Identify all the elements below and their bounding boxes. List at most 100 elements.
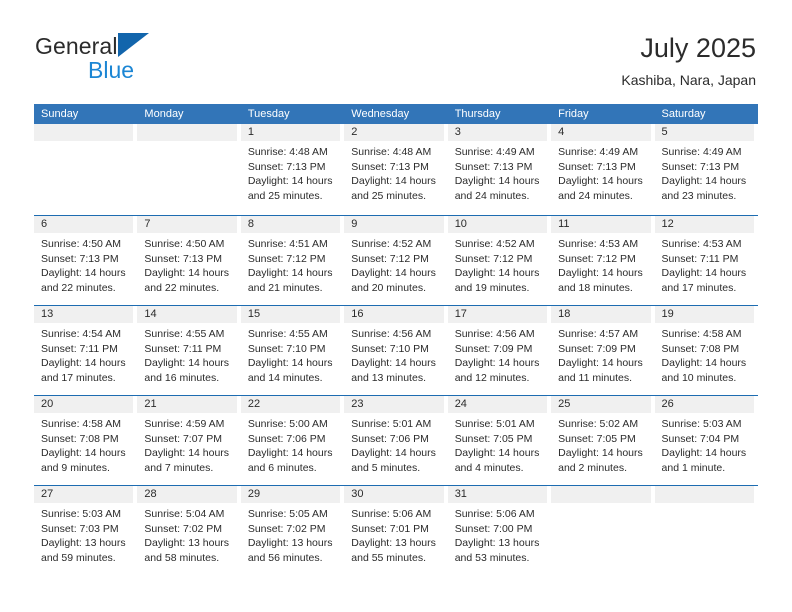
day-cell[interactable]: 26 Sunrise: 5:03 AM Sunset: 7:04 PM Dayligh… [654,396,758,485]
brand-name-general: General [35,33,118,59]
day-cell[interactable]: 5 Sunrise: 4:49 AM Sunset: 7:13 PM Daylight… [654,124,758,215]
day-cell[interactable]: 2 Sunrise: 4:48 AM Sunset: 7:13 PM Daylight… [344,124,447,215]
calendar-weeks: 1 Sunrise: 4:48 AM Sunset: 7:13 PM Daylight… [34,124,758,575]
day-detail-line: and 13 minutes. [351,371,426,384]
weekday-header-thursday: Thursday [454,108,501,120]
day-detail-line: Daylight: 14 hours [351,175,436,188]
day-cell[interactable]: 19 Sunrise: 4:58 AM Sunset: 7:08 PM Dayligh… [654,306,758,395]
day-detail-line: Sunrise: 5:04 AM [144,508,225,520]
day-detail-line: and 17 minutes. [41,371,116,384]
day-number: 22 [240,396,341,413]
day-detail-line: Sunset: 7:11 PM [144,342,222,355]
day-detail-line: Sunrise: 4:51 AM [247,238,328,250]
day-number: 20 [34,396,134,413]
day-detail-line: Sunset: 7:12 PM [558,252,636,265]
day-details: Sunrise: 5:02 AM Sunset: 7:05 PM Daylight:… [551,413,650,475]
day-cell[interactable]: 31 Sunrise: 5:06 AM Sunset: 7:00 PM Dayligh… [447,486,551,575]
day-cell[interactable]: 23 Sunrise: 5:01 AM Sunset: 7:06 PM Dayligh… [344,396,447,485]
day-detail-line: Daylight: 14 hours [247,267,333,280]
day-number: 4 [551,124,651,141]
day-detail-line: Sunset: 7:10 PM [351,342,429,355]
day-cell-empty [654,486,758,575]
day-detail-line: Sunrise: 4:50 AM [144,238,225,250]
day-cell[interactable]: 12 Sunrise: 4:53 AM Sunset: 7:11 PM Dayligh… [654,216,758,305]
triangle-logo-icon [117,33,149,57]
day-cell[interactable]: 1 Sunrise: 4:48 AM Sunset: 7:13 PM Daylight… [240,124,344,215]
day-cell[interactable]: 17 Sunrise: 4:56 AM Sunset: 7:09 PM Dayligh… [447,306,551,395]
day-number [654,486,754,503]
day-number: 11 [551,216,651,233]
day-number: 13 [34,306,134,323]
day-number [551,486,651,503]
day-cell[interactable]: 13 Sunrise: 4:54 AM Sunset: 7:11 PM Dayligh… [34,306,137,395]
day-details: Sunrise: 5:03 AM Sunset: 7:04 PM Daylight:… [655,413,754,475]
day-detail-line: Sunrise: 4:53 AM [558,238,639,250]
day-detail-line: Sunset: 7:13 PM [661,160,740,173]
day-detail-line: Sunrise: 4:55 AM [144,328,225,340]
day-detail-line: Daylight: 14 hours [661,175,747,188]
day-detail-line: and 9 minutes. [41,461,110,474]
day-details: Sunrise: 4:57 AM Sunset: 7:09 PM Daylight:… [551,323,650,385]
day-cell[interactable]: 20 Sunrise: 4:58 AM Sunset: 7:08 PM Dayligh… [34,396,137,485]
day-number: 15 [240,306,341,323]
day-cell[interactable]: 6 Sunrise: 4:50 AM Sunset: 7:13 PM Daylight… [34,216,137,305]
day-detail-line: Sunset: 7:09 PM [454,342,533,355]
day-number: 21 [137,396,237,413]
day-cell[interactable]: 14 Sunrise: 4:55 AM Sunset: 7:11 PM Dayligh… [137,306,240,395]
calendar-week-row: 6 Sunrise: 4:50 AM Sunset: 7:13 PM Daylight… [34,215,758,305]
day-detail-line: Sunset: 7:11 PM [41,342,118,355]
day-details: Sunrise: 4:49 AM Sunset: 7:13 PM Daylight:… [448,141,547,203]
day-cell[interactable]: 11 Sunrise: 4:53 AM Sunset: 7:12 PM Dayligh… [551,216,654,305]
day-detail-line: and 55 minutes. [351,551,426,564]
day-detail-line: Sunset: 7:10 PM [247,342,326,355]
day-detail-line: Daylight: 14 hours [41,267,126,280]
day-details: Sunrise: 5:05 AM Sunset: 7:02 PM Daylight:… [241,503,340,565]
day-detail-line: Daylight: 14 hours [247,357,333,370]
day-detail-line: Sunrise: 4:49 AM [661,146,742,158]
day-cell[interactable]: 7 Sunrise: 4:50 AM Sunset: 7:13 PM Daylight… [137,216,240,305]
day-number: 16 [344,306,444,323]
day-cell[interactable]: 29 Sunrise: 5:05 AM Sunset: 7:02 PM Dayligh… [240,486,344,575]
day-cell-empty [137,124,240,215]
day-details: Sunrise: 5:00 AM Sunset: 7:06 PM Daylight:… [241,413,340,475]
day-cell[interactable]: 21 Sunrise: 4:59 AM Sunset: 7:07 PM Dayligh… [137,396,240,485]
calendar-week-row: 27 Sunrise: 5:03 AM Sunset: 7:03 PM Dayligh… [34,485,758,575]
day-detail-line: Sunset: 7:09 PM [558,342,636,355]
day-cell[interactable]: 10 Sunrise: 4:52 AM Sunset: 7:12 PM Dayligh… [447,216,551,305]
day-detail-line: Sunrise: 5:03 AM [661,418,742,430]
day-detail-line: and 24 minutes. [454,189,530,202]
day-detail-line: Sunrise: 4:48 AM [247,146,328,158]
day-detail-line: Sunset: 7:03 PM [41,522,119,535]
day-detail-line: Sunrise: 4:58 AM [41,418,121,430]
day-cell[interactable]: 16 Sunrise: 4:56 AM Sunset: 7:10 PM Dayligh… [344,306,447,395]
day-cell[interactable]: 8 Sunrise: 4:51 AM Sunset: 7:12 PM Daylight… [240,216,344,305]
day-cell-empty [551,486,654,575]
day-detail-line: Daylight: 14 hours [144,357,230,370]
day-detail-line: Sunset: 7:06 PM [247,432,326,445]
day-cell[interactable]: 18 Sunrise: 4:57 AM Sunset: 7:09 PM Dayligh… [551,306,654,395]
day-cell[interactable]: 9 Sunrise: 4:52 AM Sunset: 7:12 PM Daylight… [344,216,447,305]
location-subtitle: Kashiba, Nara, Japan [621,72,756,88]
day-cell[interactable]: 3 Sunrise: 4:49 AM Sunset: 7:13 PM Daylight… [447,124,551,215]
day-cell[interactable]: 27 Sunrise: 5:03 AM Sunset: 7:03 PM Dayligh… [34,486,137,575]
day-detail-line: and 22 minutes. [41,281,116,294]
day-cell[interactable]: 22 Sunrise: 5:00 AM Sunset: 7:06 PM Dayligh… [240,396,344,485]
day-detail-line: Daylight: 13 hours [351,537,436,550]
day-cell[interactable]: 15 Sunrise: 4:55 AM Sunset: 7:10 PM Dayligh… [240,306,344,395]
day-detail-line: Daylight: 14 hours [144,267,230,280]
day-detail-line: and 11 minutes. [558,371,633,384]
title-block: July 2025 Kashiba, Nara, Japan [621,32,756,90]
brand-logo[interactable]: General Blue [35,33,265,88]
day-cell[interactable]: 25 Sunrise: 5:02 AM Sunset: 7:05 PM Dayligh… [551,396,654,485]
day-detail-line: Sunset: 7:08 PM [661,342,740,355]
day-cell[interactable]: 4 Sunrise: 4:49 AM Sunset: 7:13 PM Daylight… [551,124,654,215]
day-number: 10 [447,216,548,233]
day-cell[interactable]: 28 Sunrise: 5:04 AM Sunset: 7:02 PM Dayligh… [137,486,240,575]
day-detail-line: Daylight: 14 hours [661,447,747,460]
day-cell[interactable]: 30 Sunrise: 5:06 AM Sunset: 7:01 PM Dayligh… [344,486,447,575]
day-cell[interactable]: 24 Sunrise: 5:01 AM Sunset: 7:05 PM Dayligh… [447,396,551,485]
day-detail-line: and 53 minutes. [454,551,530,564]
day-detail-line: Daylight: 14 hours [351,447,436,460]
day-detail-line: Sunrise: 5:06 AM [454,508,535,520]
day-detail-line: and 25 minutes. [351,189,426,202]
